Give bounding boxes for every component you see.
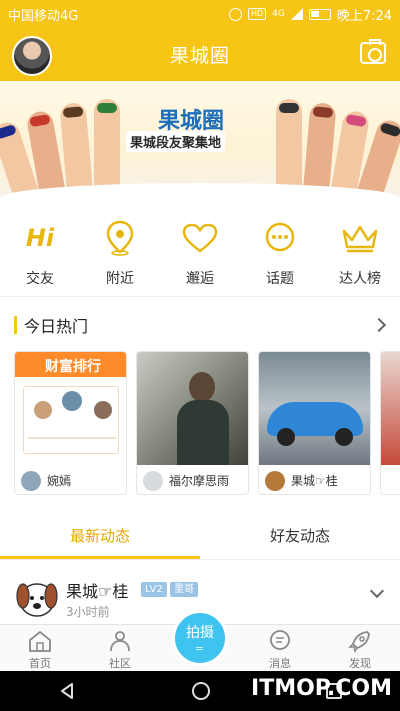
ranking-podium (23, 386, 119, 454)
nav-label: 达人榜 (339, 271, 381, 287)
hot-card[interactable]: 果城☞桂 (258, 351, 371, 495)
title-badge: 里哥 (170, 582, 198, 597)
card-footer: 果城☞桂 (259, 465, 370, 494)
nav-label: 附近 (106, 271, 134, 287)
category-nav: Hi 交友 附近 邂逅 话题 达人榜 (0, 210, 400, 292)
home-circle-icon[interactable] (192, 682, 210, 700)
chevron-down-icon[interactable] (369, 583, 385, 599)
nav-item-nearby[interactable]: 附近 (85, 210, 155, 292)
clock: 晚上7:24 (336, 8, 392, 24)
status-icons: HD 4G 晚上7:24 (229, 5, 392, 24)
person-silhouette (189, 372, 215, 402)
watermark: ITMOP.COM (251, 676, 392, 701)
heart-icon (180, 218, 220, 258)
tabbar-community[interactable]: 社区 (80, 625, 160, 671)
tab-friends[interactable]: 好友动态 (200, 517, 400, 559)
battery-icon (308, 8, 331, 20)
feed-tabs: 最新动态 好友动态 (0, 517, 400, 559)
chevron-right-icon[interactable] (371, 317, 387, 333)
card-image (259, 352, 370, 465)
rocket-icon (347, 629, 373, 653)
carrier-label: 中国移动4G (8, 8, 79, 24)
nav-item-dating[interactable]: Hi 交友 (5, 210, 75, 292)
nav-label: 话题 (266, 271, 294, 287)
alarm-icon (229, 7, 243, 21)
card-image (381, 352, 400, 465)
post-time: 3小时前 (66, 605, 110, 619)
card-user-name: 福尔摩思雨 (169, 474, 230, 488)
banner-subtitle: 果城段友聚集地 (126, 131, 226, 152)
tab-latest[interactable]: 最新动态 (0, 517, 200, 559)
tabbar-message[interactable]: 消息 (240, 625, 320, 671)
hot-section-title: 今日热门 (24, 317, 89, 336)
app-header: 果城圈 (0, 28, 400, 81)
tabbar-label: 社区 (109, 657, 131, 670)
hot-card[interactable] (380, 351, 400, 495)
post-avatar[interactable] (14, 574, 60, 620)
card-user-avatar (143, 470, 163, 491)
hot-cards: 财富排行 婉嫣 福尔摩思雨 果城☞桂 (14, 351, 400, 497)
home-icon (27, 629, 53, 653)
tabbar-label: 发现 (349, 657, 371, 670)
card-footer: 婉嫣 (15, 465, 126, 494)
card-user-name: 果城☞桂 (291, 474, 338, 488)
shoot-button-sub: ═ (196, 643, 204, 655)
card-user-avatar (265, 470, 285, 491)
chat-bubble-icon (260, 218, 300, 258)
nav-label: 交友 (26, 271, 54, 287)
card-footer: 福尔摩思雨 (137, 465, 248, 494)
tabbar-home[interactable]: 首页 (0, 625, 80, 671)
nav-item-encounter[interactable]: 邂逅 (165, 210, 235, 292)
hd-icon: HD (248, 8, 267, 20)
card-image-caption: 财富排行 (45, 359, 101, 375)
camera-icon[interactable] (360, 39, 386, 64)
level-badge: LV2 (141, 582, 167, 597)
card-image: 财富排行 (15, 352, 126, 465)
back-icon[interactable] (58, 682, 76, 700)
status-bar: 中国移动4G HD 4G 晚上7:24 (0, 0, 400, 28)
shoot-button[interactable]: 拍摄 ═ (172, 610, 228, 666)
location-pin-icon (100, 218, 140, 258)
accent-bar (14, 316, 17, 334)
hot-section-header[interactable]: 今日热门 (14, 312, 390, 338)
tabbar-label: 首页 (29, 657, 51, 670)
shoot-button-label: 拍摄 (186, 624, 214, 641)
signal-icon (290, 8, 303, 20)
page-title: 果城圈 (169, 45, 230, 67)
tabs-divider (0, 559, 400, 560)
card-user-avatar (21, 470, 41, 491)
message-icon (267, 629, 293, 653)
hot-card[interactable]: 福尔摩思雨 (136, 351, 249, 495)
hot-card[interactable]: 财富排行 婉嫣 (14, 351, 127, 495)
tabbar-label: 消息 (269, 657, 291, 670)
post-author[interactable]: 果城☞桂 (66, 578, 128, 602)
signal-label: 4G (272, 9, 285, 19)
section-divider (0, 296, 400, 297)
promo-banner[interactable]: 果城圈 果城段友聚集地 (0, 81, 400, 201)
nav-item-topic[interactable]: 话题 (245, 210, 315, 292)
nav-label: 邂逅 (186, 271, 214, 287)
tabbar-discover[interactable]: 发现 (320, 625, 400, 671)
crown-icon (340, 218, 380, 258)
card-image (137, 352, 248, 465)
card-user-name: 婉嫣 (47, 474, 72, 488)
hi-icon: Hi (25, 224, 55, 252)
community-icon (107, 629, 133, 653)
nav-item-ranking[interactable]: 达人榜 (325, 210, 395, 292)
user-avatar[interactable] (12, 36, 52, 76)
